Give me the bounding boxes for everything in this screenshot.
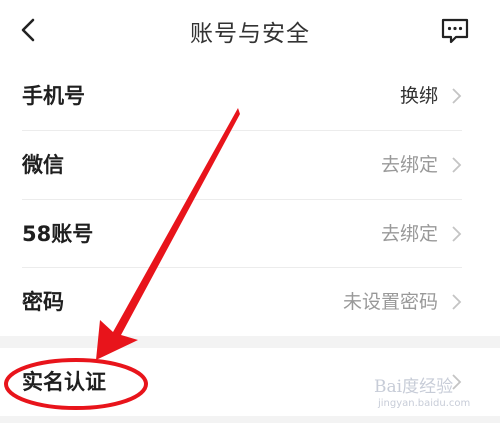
row-label: 密码: [22, 290, 64, 314]
settings-row-wechat[interactable]: 微信 去绑定: [0, 131, 500, 199]
section-gap: [0, 336, 500, 348]
settings-row-phone[interactable]: 手机号 换绑: [0, 62, 500, 130]
section-gap: [0, 416, 500, 423]
row-label: 微信: [22, 153, 64, 177]
top-bar: 账号与安全: [0, 0, 500, 62]
row-label: 手机号: [22, 84, 85, 108]
settings-row-58-account[interactable]: 58账号 去绑定: [0, 200, 500, 268]
settings-row-password[interactable]: 密码 未设置密码: [0, 268, 500, 336]
page-title: 账号与安全: [190, 21, 310, 47]
chevron-right-icon: [452, 294, 462, 310]
watermark-logo: Bai度经验: [374, 377, 454, 397]
row-value: 换绑: [399, 85, 438, 107]
row-value: 去绑定: [380, 223, 438, 245]
baidu-jingyan-watermark: Bai度经验 jingyan.baidu.com: [374, 372, 492, 414]
message-icon[interactable]: [440, 17, 470, 45]
row-value: 未设置密码: [342, 291, 438, 313]
watermark-url: jingyan.baidu.com: [378, 398, 471, 409]
row-label: 58账号: [22, 222, 94, 246]
chevron-right-icon: [452, 226, 462, 242]
chevron-right-icon: [452, 157, 462, 173]
chevron-right-icon: [452, 88, 462, 104]
row-value: 去绑定: [380, 154, 438, 176]
row-label: 实名认证: [22, 370, 106, 394]
